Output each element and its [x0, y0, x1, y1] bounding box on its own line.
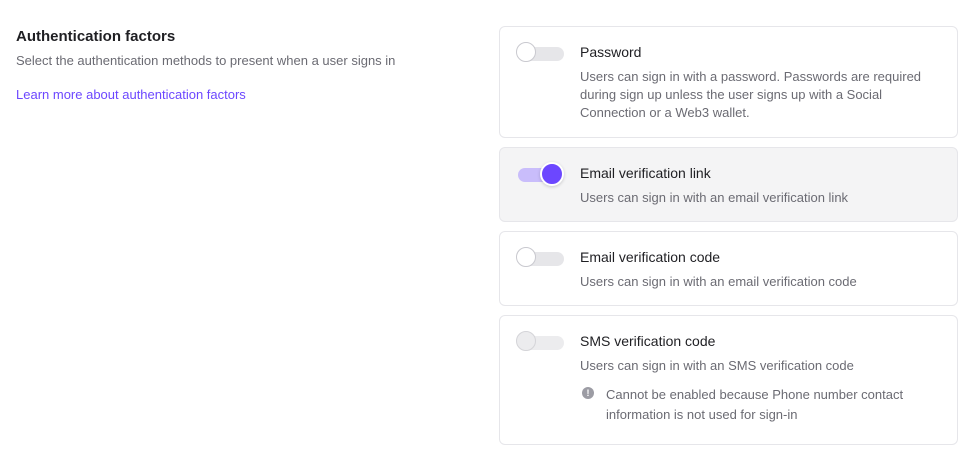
email-code-toggle[interactable]	[516, 247, 564, 268]
toggle-knob	[540, 162, 564, 186]
factor-title: Password	[580, 44, 642, 60]
disabled-notice: ! Cannot be enabled because Phone number…	[580, 385, 941, 425]
factor-card-password: Password Users can sign in with a passwo…	[499, 26, 958, 138]
password-toggle[interactable]	[516, 42, 564, 63]
factor-description: Users can sign in with a password. Passw…	[580, 69, 922, 120]
factor-title: Email verification link	[580, 165, 711, 181]
factor-card-email-code: Email verification code Users can sign i…	[499, 231, 958, 306]
info-alert-icon: !	[582, 387, 594, 399]
notice-text: Cannot be enabled because Phone number c…	[606, 387, 904, 422]
toggle-knob	[516, 247, 536, 267]
toggle-knob	[516, 42, 536, 62]
factor-description: Users can sign in with an SMS verificati…	[580, 358, 854, 373]
settings-section-header: Authentication factors Select the authen…	[16, 28, 456, 104]
factor-card-email-link: Email verification link Users can sign i…	[499, 147, 958, 222]
factor-description: Users can sign in with an email verifica…	[580, 274, 857, 289]
factor-title: SMS verification code	[580, 333, 716, 349]
sms-code-toggle[interactable]	[516, 331, 564, 352]
factor-list: Password Users can sign in with a passwo…	[499, 26, 958, 454]
section-description: Select the authentication methods to pre…	[16, 53, 396, 68]
learn-more-link[interactable]: Learn more about authentication factors	[16, 87, 246, 102]
email-link-toggle[interactable]	[516, 162, 564, 186]
section-title: Authentication factors	[16, 28, 176, 45]
factor-description: Users can sign in with an email verifica…	[580, 190, 849, 205]
factor-card-sms-code: SMS verification code Users can sign in …	[499, 315, 958, 445]
toggle-knob	[516, 331, 536, 351]
factor-title: Email verification code	[580, 249, 721, 265]
